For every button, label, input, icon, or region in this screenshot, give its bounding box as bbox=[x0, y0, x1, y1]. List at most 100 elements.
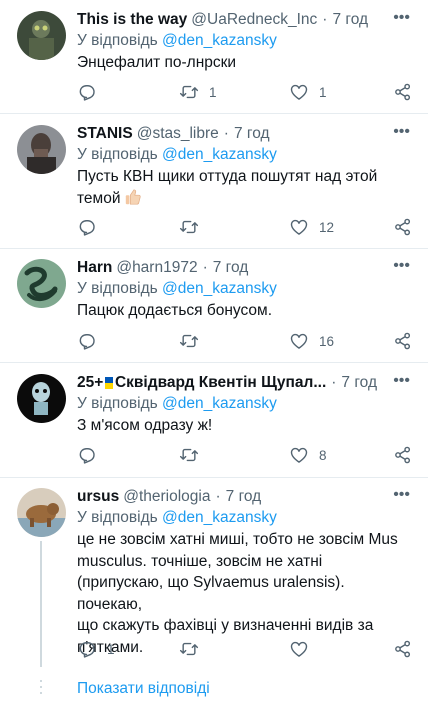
display-name[interactable]: ursus bbox=[77, 488, 119, 506]
user-handle[interactable]: @stas_libre bbox=[137, 125, 219, 143]
thumbs-up-icon bbox=[126, 188, 142, 205]
share-icon bbox=[395, 446, 411, 464]
mention-link[interactable]: @den_kazansky bbox=[162, 146, 277, 163]
separator-dot: · bbox=[223, 125, 229, 142]
share-button[interactable] bbox=[393, 445, 413, 465]
timestamp[interactable]: 7 год bbox=[213, 259, 249, 277]
timestamp[interactable]: 7 год bbox=[341, 374, 377, 392]
more-icon[interactable]: ••• bbox=[393, 258, 410, 274]
reply-context: У відповідь @den_kazansky bbox=[77, 509, 277, 527]
retweet-icon bbox=[179, 334, 199, 348]
reply-prefix: У відповідь bbox=[77, 32, 158, 49]
retweet-icon bbox=[179, 220, 199, 234]
like-icon bbox=[290, 333, 308, 349]
tweet-text: Энцефалит по-лнрски bbox=[77, 54, 237, 71]
share-button[interactable] bbox=[393, 639, 413, 659]
avatar[interactable] bbox=[17, 488, 66, 537]
reply-button[interactable] bbox=[77, 82, 97, 102]
action-bar: 12 bbox=[77, 217, 412, 239]
tweet[interactable]: Harn @harn1972 · 7 год ••• У відповідь @… bbox=[0, 257, 428, 357]
like-button[interactable]: 12 bbox=[289, 217, 334, 237]
tweet-text-line: (припускаю, що Sylvaemus uralensis). поч… bbox=[77, 574, 345, 613]
reply-context: У відповідь @den_kazansky bbox=[77, 395, 277, 413]
timestamp[interactable]: 7 год bbox=[226, 488, 262, 506]
reply-icon bbox=[79, 642, 95, 658]
retweet-button[interactable]: 1 bbox=[179, 82, 217, 102]
retweet-button[interactable] bbox=[179, 639, 199, 659]
mention-link[interactable]: @den_kazansky bbox=[162, 280, 277, 297]
like-button[interactable]: 1 bbox=[289, 82, 327, 102]
user-handle[interactable]: @UaRedneck_Inc bbox=[191, 11, 317, 29]
thread-continuation-dots bbox=[40, 680, 42, 698]
display-name-prefix[interactable]: 25+ bbox=[77, 374, 103, 392]
tweet-text: З м'ясом одразу ж! bbox=[77, 417, 213, 434]
mention-link[interactable]: @den_kazansky bbox=[162, 509, 277, 526]
tweet-text: Пацюк додається бонусом. bbox=[77, 302, 273, 319]
tweet-text-line: це не зовсім хатні миші, тобто не зовсім… bbox=[77, 531, 398, 548]
share-button[interactable] bbox=[393, 217, 413, 237]
tweet-text-line: що скажуть фахівці у визначенні видів за bbox=[77, 617, 374, 634]
tweet-header: This is the way @UaRedneck_Inc · 7 год bbox=[77, 9, 377, 31]
separator-dot: · bbox=[202, 259, 208, 276]
ukraine-flag-icon bbox=[105, 377, 113, 389]
share-icon bbox=[395, 640, 411, 658]
display-name[interactable]: STANIS bbox=[77, 125, 133, 143]
like-button[interactable]: 16 bbox=[289, 331, 334, 351]
reply-button[interactable] bbox=[77, 331, 97, 351]
retweet-button[interactable] bbox=[179, 445, 199, 465]
mention-link[interactable]: @den_kazansky bbox=[162, 32, 277, 49]
divider bbox=[0, 477, 428, 478]
show-replies-link[interactable]: Показати відповіді bbox=[77, 680, 210, 698]
reply-button[interactable]: 1 bbox=[77, 639, 115, 659]
display-name[interactable]: Сквідвард Квентін Щупал... bbox=[115, 374, 326, 392]
display-name[interactable]: Harn bbox=[77, 259, 112, 277]
separator-dot: · bbox=[331, 374, 337, 391]
retweet-icon bbox=[179, 85, 199, 99]
like-count: 12 bbox=[319, 219, 335, 235]
display-name[interactable]: This is the way bbox=[77, 11, 187, 29]
more-icon[interactable]: ••• bbox=[393, 373, 410, 389]
retweet-count: 1 bbox=[209, 84, 217, 100]
reply-icon bbox=[79, 334, 95, 350]
avatar[interactable] bbox=[17, 259, 66, 308]
tweet[interactable]: ursus @theriologia · 7 год ••• У відпові… bbox=[0, 486, 428, 667]
reply-context: У відповідь @den_kazansky bbox=[77, 146, 277, 164]
user-handle[interactable]: @theriologia bbox=[123, 488, 210, 506]
like-button[interactable] bbox=[289, 639, 309, 659]
more-icon[interactable]: ••• bbox=[393, 10, 410, 26]
avatar[interactable] bbox=[17, 374, 66, 423]
timestamp[interactable]: 7 год bbox=[234, 125, 270, 143]
tweet-text-content: Пусть КВН щики оттуда пошутят над этой т… bbox=[77, 168, 378, 207]
tweet[interactable]: 25+ Сквідвард Квентін Щупал... · 7 год •… bbox=[0, 372, 428, 472]
reply-icon bbox=[79, 85, 95, 101]
like-icon bbox=[290, 641, 308, 657]
tweet-header: STANIS @stas_libre · 7 год bbox=[77, 123, 377, 145]
timestamp[interactable]: 7 год bbox=[332, 11, 368, 29]
tweet[interactable]: This is the way @UaRedneck_Inc · 7 год •… bbox=[0, 9, 428, 109]
share-button[interactable] bbox=[393, 331, 413, 351]
reply-icon bbox=[79, 448, 95, 464]
reply-count: 1 bbox=[107, 641, 115, 657]
like-count: 8 bbox=[319, 447, 327, 463]
reply-button[interactable] bbox=[77, 445, 97, 465]
action-bar: 8 bbox=[77, 445, 412, 467]
avatar[interactable] bbox=[17, 11, 66, 60]
like-button[interactable]: 8 bbox=[289, 445, 327, 465]
avatar[interactable] bbox=[17, 125, 66, 174]
mention-link[interactable]: @den_kazansky bbox=[162, 395, 277, 412]
divider bbox=[0, 113, 428, 114]
tweet-header: ursus @theriologia · 7 год bbox=[77, 486, 377, 508]
reply-icon bbox=[79, 220, 95, 236]
more-icon[interactable]: ••• bbox=[393, 124, 410, 140]
user-handle[interactable]: @harn1972 bbox=[116, 259, 197, 277]
retweet-icon bbox=[179, 642, 199, 656]
share-button[interactable] bbox=[393, 82, 413, 102]
thread-line bbox=[40, 541, 42, 667]
tweet[interactable]: STANIS @stas_libre · 7 год ••• У відпові… bbox=[0, 123, 428, 243]
retweet-button[interactable] bbox=[179, 331, 199, 351]
tweet-header: Harn @harn1972 · 7 год bbox=[77, 257, 377, 279]
divider bbox=[0, 248, 428, 249]
retweet-button[interactable] bbox=[179, 217, 199, 237]
more-icon[interactable]: ••• bbox=[393, 487, 410, 503]
reply-button[interactable] bbox=[77, 217, 97, 237]
